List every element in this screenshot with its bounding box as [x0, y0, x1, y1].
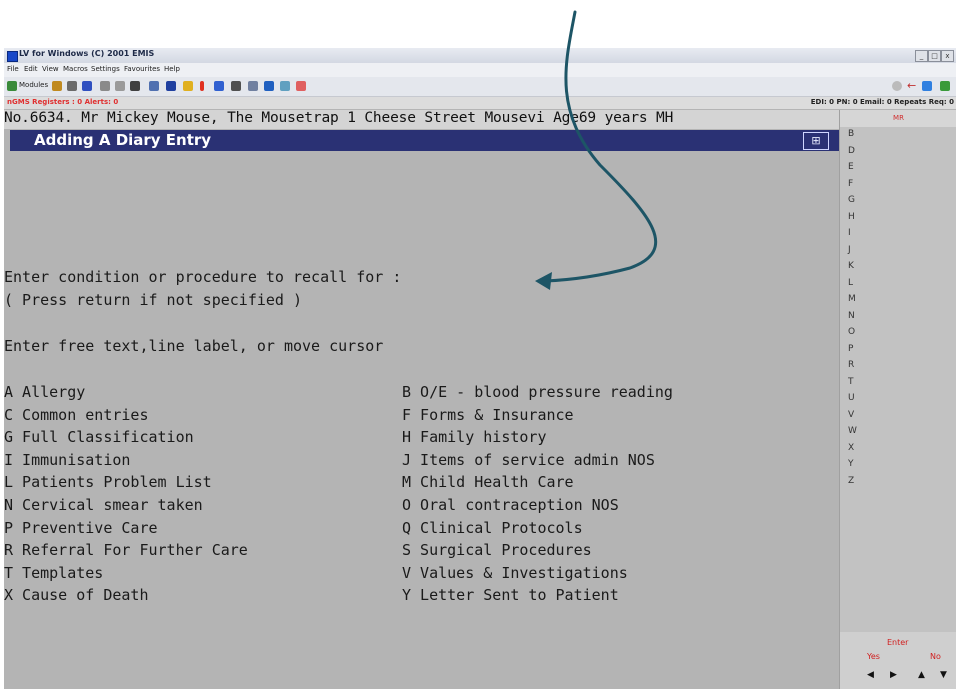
annotation-arrow	[535, 10, 658, 290]
